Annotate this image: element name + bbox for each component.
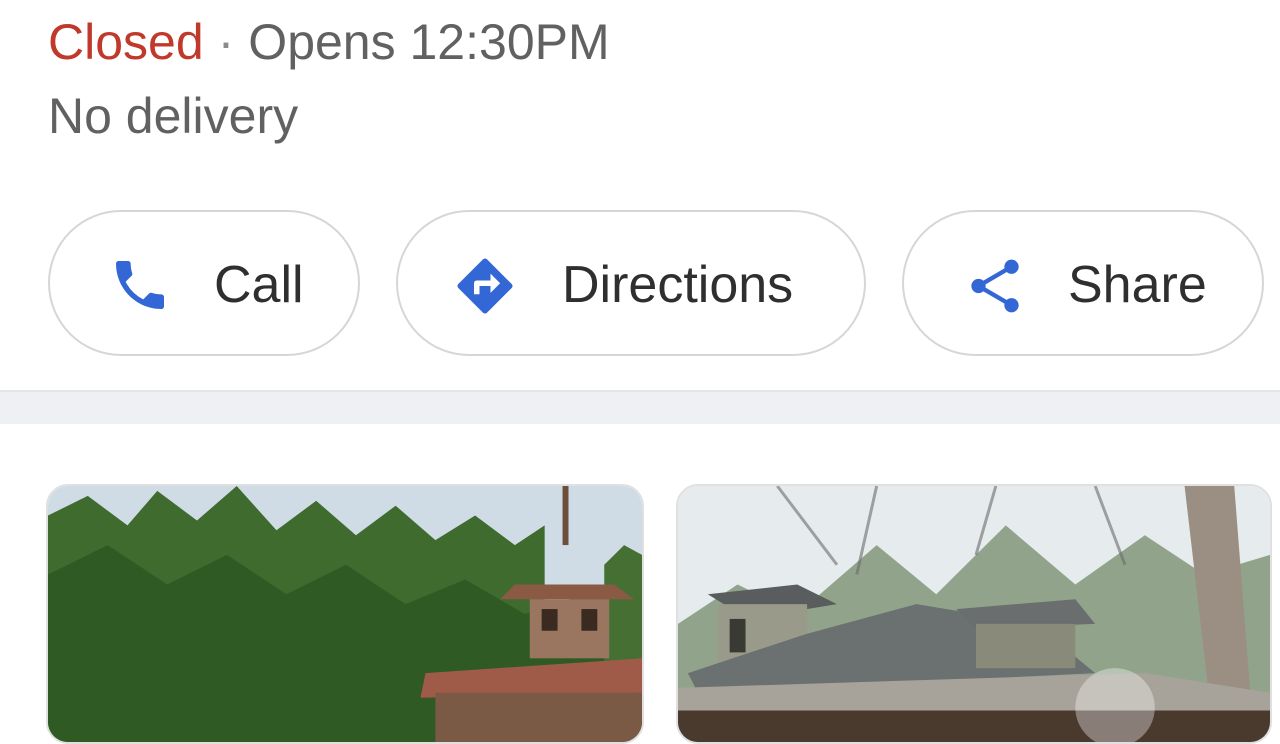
building-photo-1 [48,486,642,742]
directions-icon [452,253,516,317]
call-label: Call [214,256,304,314]
share-button[interactable]: Share [902,210,1264,356]
status-separator: · [217,14,235,70]
place-info-panel: Closed · Opens 12:30PM No delivery Call Di… [0,0,1280,390]
place-photo-2[interactable] [676,484,1272,744]
building-photo-2 [678,486,1270,742]
hours-status: Closed · Opens 12:30PM [48,12,610,72]
opens-time: Opens 12:30PM [248,14,610,70]
closed-label: Closed [48,14,204,70]
directions-button[interactable]: Directions [396,210,866,356]
photo-gallery [0,424,1280,744]
share-label: Share [1068,256,1207,314]
phone-icon [108,253,172,317]
call-button[interactable]: Call [48,210,360,356]
directions-label: Directions [562,256,794,314]
place-photo-1[interactable] [46,484,644,744]
share-icon [962,253,1026,317]
delivery-status: No delivery [48,88,299,144]
section-divider [0,390,1280,424]
